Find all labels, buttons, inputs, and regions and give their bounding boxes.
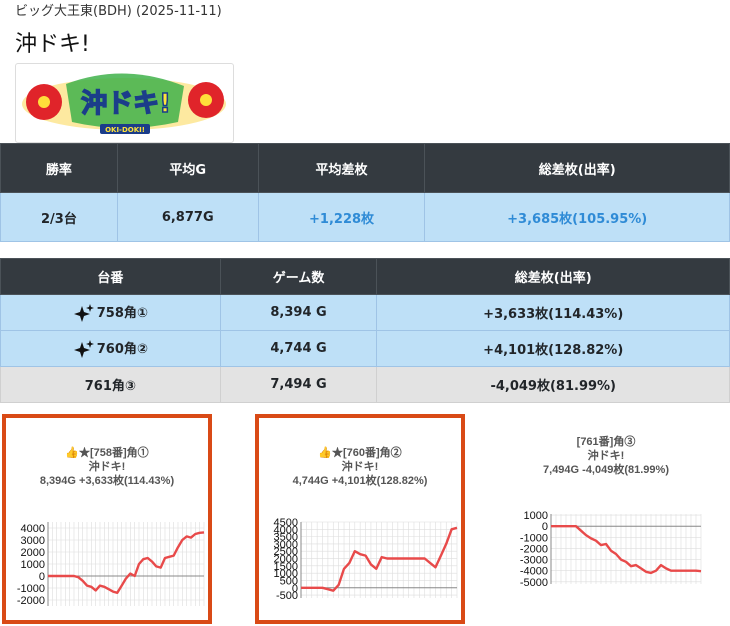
game-count: 7,494 G — [219, 366, 378, 403]
page-title: 沖ドキ! — [15, 32, 90, 57]
y-tick-label: 1000 — [21, 559, 45, 571]
y-tick-label: -500 — [276, 590, 298, 602]
game-count: 8,394 G — [219, 294, 378, 331]
table-row[interactable]: 758角① 8,394 G +3,633枚(114.43%) — [0, 294, 730, 331]
header-win-rate: 勝率 — [0, 143, 118, 193]
machine-diff: -4,049枚(81.99%) — [376, 366, 730, 403]
header-avg-games: 平均G — [116, 143, 259, 193]
y-tick-label: 2000 — [21, 547, 45, 559]
header-game-count: ゲーム数 — [219, 258, 378, 295]
line-chart: 40003000200010000-1000-2000 — [17, 522, 205, 607]
avg-games-value: 6,877G — [116, 192, 259, 242]
machine-table: 台番 ゲーム数 総差枚(出率) 758角① 8,394 G +3,633枚(11… — [0, 258, 730, 403]
header-machine-total-diff: 総差枚(出率) — [376, 258, 730, 295]
svg-text:沖ドキ!: 沖ドキ! — [81, 89, 171, 119]
machine-id-cell: 758角① — [0, 294, 221, 331]
line-chart: 450040003500300025002000150010005000-500 — [274, 517, 458, 602]
header-machine-number: 台番 — [0, 258, 221, 295]
series-line — [301, 526, 458, 592]
game-count: 4,744 G — [219, 330, 378, 367]
sparkle-icon — [73, 304, 94, 323]
summary-table: 勝率 平均G 平均差枚 総差枚(出率) 2/3台 6,877G +1,228枚 … — [0, 143, 730, 242]
line-chart: 10000-1000-2000-3000-4000-5000 — [520, 510, 702, 589]
chart-card-761[interactable]: [761番]角③ 沖ドキ! 7,494G -4,049枚(81.99%) 100… — [506, 412, 706, 612]
machine-id: 758角① — [96, 305, 148, 321]
y-tick-label: -2000 — [17, 595, 45, 607]
chart-card-758[interactable]: 👍★[758番]角① 沖ドキ! 8,394G +3,633枚(114.43%) … — [2, 414, 212, 624]
y-tick-label: 0 — [39, 571, 45, 583]
y-tick-label: -1000 — [17, 583, 45, 595]
machine-logo: 沖ドキ! OKI-DOKI! — [15, 63, 234, 143]
chart-card-760[interactable]: 👍★[760番]角② 沖ドキ! 4,744G +4,101枚(128.82%) … — [255, 414, 465, 624]
logo-graphic: 沖ドキ! OKI-DOKI! — [22, 73, 226, 134]
total-diff-value: +3,685枚(105.95%) — [424, 192, 730, 242]
machine-diff: +4,101枚(128.82%) — [376, 330, 730, 367]
store-date-label: ビッグ大王東(BDH) (2025-11-11) — [15, 4, 222, 19]
y-tick-label: -5000 — [520, 577, 548, 589]
machine-diff: +3,633枚(114.43%) — [376, 294, 730, 331]
table-row[interactable]: 761角③ 7,494 G -4,049枚(81.99%) — [0, 366, 730, 403]
machine-id-cell: 760角② — [0, 330, 221, 367]
svg-text:OKI-DOKI!: OKI-DOKI! — [105, 126, 145, 134]
sparkle-icon — [73, 340, 94, 359]
y-tick-label: 3000 — [21, 535, 45, 547]
header-total-diff: 総差枚(出率) — [424, 143, 730, 193]
table-row[interactable]: 760角② 4,744 G +4,101枚(128.82%) — [0, 330, 730, 367]
y-tick-label: 4000 — [21, 523, 45, 535]
avg-diff-value: +1,228枚 — [257, 192, 426, 242]
machine-id: 760角② — [96, 341, 148, 357]
machine-id: 761角③ — [0, 366, 221, 403]
win-rate-value: 2/3台 — [0, 192, 118, 242]
header-avg-diff: 平均差枚 — [257, 143, 426, 193]
